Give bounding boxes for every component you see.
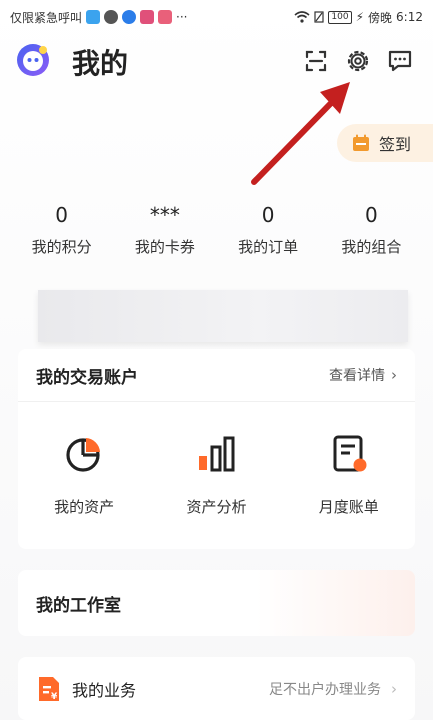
app-notification-icon xyxy=(122,10,137,24)
sign-in-button[interactable]: 签到 xyxy=(337,124,433,162)
view-details-label: 查看详情 xyxy=(329,368,385,384)
stat-coupons[interactable]: *** 我的卡券 xyxy=(115,200,215,270)
charging-icon: ⚡ xyxy=(355,10,365,24)
stat-portfolios[interactable]: 0 我的组合 xyxy=(321,200,421,270)
stat-value: 0 xyxy=(365,203,378,227)
page-title: 我的 xyxy=(72,47,129,80)
message-button[interactable] xyxy=(386,47,414,75)
business-hint: 足不出户办理业务 xyxy=(269,681,381,698)
chevron-right-icon: › xyxy=(391,679,397,698)
stat-label: 我的积分 xyxy=(31,238,92,256)
business-left: ¥ 我的业务 xyxy=(36,675,136,703)
stat-label: 我的组合 xyxy=(341,238,402,256)
stat-orders[interactable]: 0 我的订单 xyxy=(218,200,318,270)
app-notification-icon xyxy=(158,10,173,24)
stat-value: 0 xyxy=(55,203,68,227)
card-header: 我的交易账户 查看详情 › xyxy=(18,349,415,402)
stat-value: *** xyxy=(149,203,180,227)
network-status-text: 仅限紧急呼叫 xyxy=(10,10,83,25)
feature-label: 月度账单 xyxy=(318,498,379,516)
feature-label: 我的资产 xyxy=(54,498,115,516)
business-label: 我的业务 xyxy=(72,680,137,700)
stat-points[interactable]: 0 我的积分 xyxy=(12,200,112,270)
app-notification-icon xyxy=(140,10,155,24)
pie-chart-icon xyxy=(66,438,101,472)
status-bar: 仅限紧急呼叫 ··· 100 ⚡ 傍晚 6:12 xyxy=(0,0,433,34)
status-right: 100 ⚡ 傍晚 6:12 xyxy=(294,9,423,26)
business-right: 足不出户办理业务 › xyxy=(269,679,397,699)
chevron-right-icon: › xyxy=(391,366,397,384)
message-icon xyxy=(388,50,412,72)
business-card[interactable]: ¥ 我的业务 足不出户办理业务 › xyxy=(18,657,415,720)
stat-value: 0 xyxy=(261,203,275,227)
business-doc-icon: ¥ xyxy=(39,676,59,702)
battery-icon: 100 xyxy=(328,10,352,24)
status-left: 仅限紧急呼叫 ··· xyxy=(10,9,187,26)
stat-label: 我的卡券 xyxy=(134,238,195,256)
card-title: 我的交易账户 xyxy=(36,367,138,388)
wechat-icon xyxy=(104,10,119,24)
more-notifications-icon: ··· xyxy=(176,10,188,24)
bar-chart-icon xyxy=(199,436,235,472)
stat-label: 我的订单 xyxy=(238,238,299,256)
promo-banner[interactable] xyxy=(38,290,408,342)
account-features: 我的资产 资产分析 月度账单 xyxy=(18,402,415,517)
calendar-icon xyxy=(353,134,369,151)
app-logo-icon[interactable] xyxy=(16,43,50,77)
trading-account-card: 我的交易账户 查看详情 › 我的资产 资产分析 月度账单 xyxy=(18,349,415,549)
card-title: 我的工作室 xyxy=(36,595,121,616)
view-details-link[interactable]: 查看详情 › xyxy=(329,365,397,385)
svg-text:¥: ¥ xyxy=(51,692,58,702)
no-sim-icon xyxy=(314,11,325,23)
bill-icon xyxy=(333,435,367,472)
stats-row: 0 我的积分 *** 我的卡券 0 我的订单 0 我的组合 xyxy=(10,200,423,270)
time-period: 傍晚 xyxy=(368,10,393,25)
status-time: 6:12 xyxy=(396,10,423,24)
feature-my-assets[interactable]: 我的资产 xyxy=(29,430,139,517)
wifi-icon xyxy=(294,11,310,23)
sign-in-label: 签到 xyxy=(379,135,412,154)
feature-monthly-bill[interactable]: 月度账单 xyxy=(294,430,404,517)
app-notification-icon xyxy=(86,10,101,24)
feature-label: 资产分析 xyxy=(186,498,247,516)
studio-card[interactable]: 我的工作室 xyxy=(18,570,415,636)
feature-asset-analysis[interactable]: 资产分析 xyxy=(161,430,271,517)
